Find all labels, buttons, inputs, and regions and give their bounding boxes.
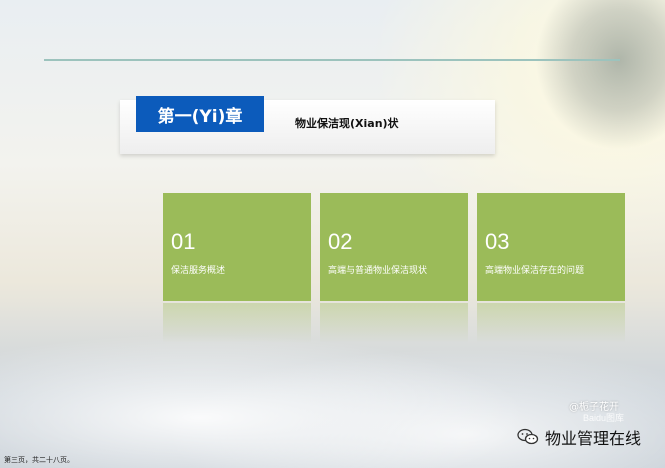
card-reflection (163, 303, 311, 343)
card-label: 高端与普通物业保洁现状 (328, 266, 428, 276)
card-reflection (320, 303, 468, 343)
card-reflection (477, 303, 625, 343)
card-number: 01 (171, 229, 196, 254)
page-indicator: 第三页，共二十八页。 (4, 456, 74, 464)
section-card-2[interactable]: 02 高端与普通物业保洁现状 (320, 193, 468, 301)
site-watermark: Baidu图库 (583, 413, 625, 423)
wechat-icon (517, 428, 539, 445)
card-number: 02 (328, 229, 353, 254)
brand-watermark: 物业管理在线 (517, 425, 641, 449)
brand-name: 物业管理在线 (545, 429, 642, 448)
chapter-badge: 第一(Yi)章 (136, 96, 264, 132)
tree-decoration (535, 0, 665, 150)
card-number: 03 (485, 229, 510, 254)
section-card-3[interactable]: 03 高端物业保洁存在的问题 (477, 193, 625, 301)
card-label: 保洁服务概述 (171, 266, 226, 276)
top-divider (44, 59, 620, 61)
card-label: 高端物业保洁存在的问题 (485, 266, 585, 276)
chapter-title: 物业保洁现(Xian)状 (295, 117, 399, 130)
section-card-1[interactable]: 01 保洁服务概述 (163, 193, 311, 301)
